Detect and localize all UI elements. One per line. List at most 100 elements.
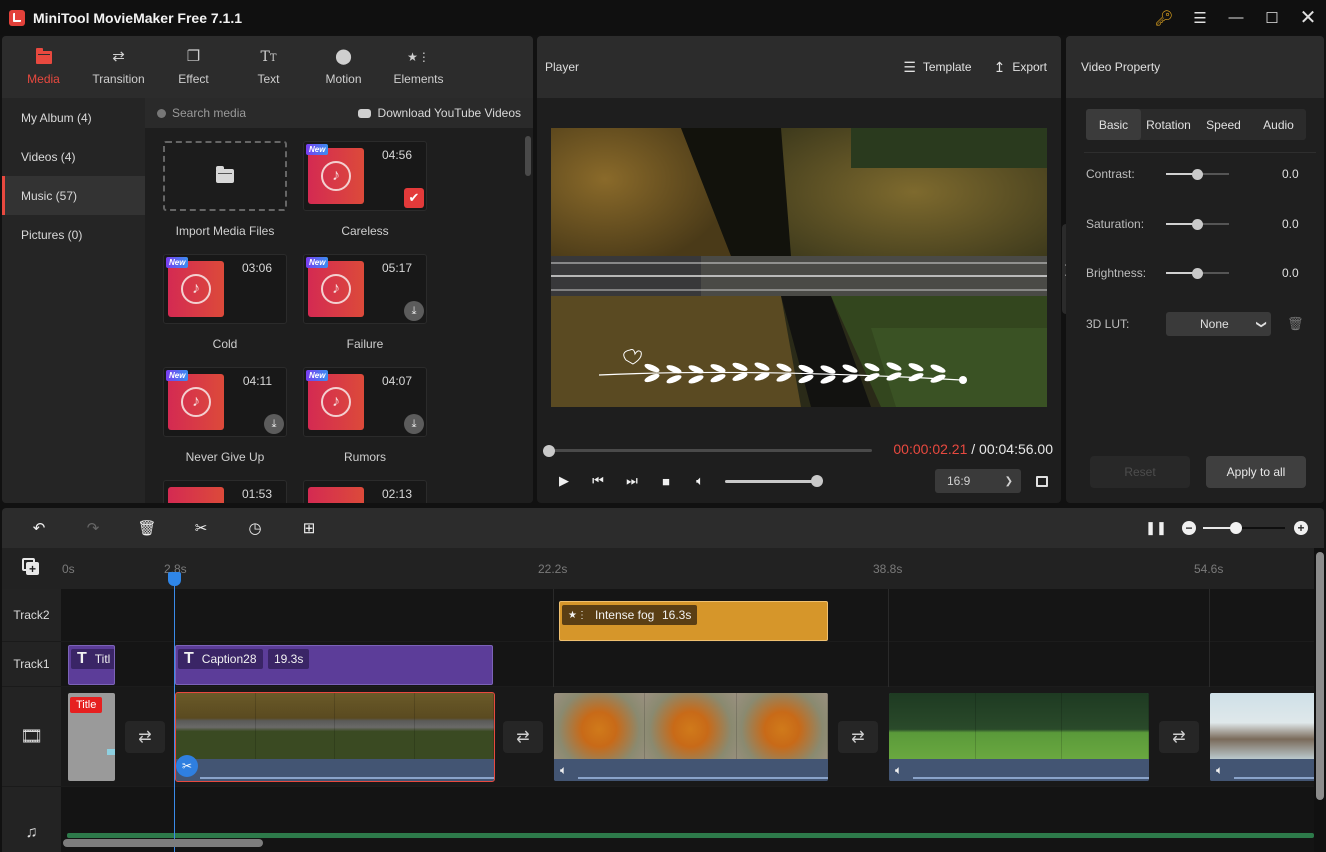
music-thumbnail[interactable]: 02:13 (303, 480, 427, 503)
video-clip-aerial-road[interactable]: ✂ (175, 692, 495, 782)
playback-progress-slider[interactable] (543, 444, 872, 457)
music-thumbnail[interactable]: ♪ New 05:17 ⤓ (303, 254, 427, 324)
film-strip-icon: 🎞︎ (20, 726, 43, 746)
template-label: Template (922, 60, 972, 74)
timeline-vertical-scrollbar[interactable] (1316, 552, 1324, 800)
category-my-album[interactable]: My Album (4) (2, 98, 145, 137)
undo-icon[interactable]: ↶ (28, 518, 50, 538)
media-scrollbar[interactable] (525, 136, 531, 176)
tab-effect[interactable]: ❐ Effect (156, 36, 231, 98)
added-check-icon[interactable]: ✔ (404, 188, 424, 208)
volume-knob[interactable] (811, 475, 823, 487)
slider-knob[interactable] (1191, 168, 1203, 180)
brightness-slider[interactable] (1166, 267, 1229, 279)
text-clip-title[interactable]: T Titl (68, 645, 115, 685)
progress-knob[interactable] (543, 444, 556, 457)
clip-audio-strip: 🔈︎ (1210, 759, 1314, 781)
transition-slot-button[interactable]: ⇄ (503, 721, 543, 753)
crop-icon[interactable]: ⊞ (298, 518, 320, 538)
tab-rotation[interactable]: Rotation (1141, 109, 1196, 140)
tab-motion[interactable]: ⬤ Motion (306, 36, 381, 98)
download-youtube-link[interactable]: Download YouTube Videos (357, 106, 521, 120)
maximize-icon[interactable]: ☐ (1254, 0, 1290, 35)
reset-button[interactable]: Reset (1090, 456, 1190, 488)
clip-name: Intense fog (594, 608, 655, 622)
category-videos[interactable]: Videos (4) (2, 137, 145, 176)
timeline-ruler[interactable]: + 0s 2.8s 22.2s 38.8s 54.6s (2, 548, 1314, 589)
music-duration: 03:06 (241, 261, 272, 275)
music-note-icon: ♪ (181, 274, 211, 304)
redo-icon[interactable]: ↷ (82, 518, 104, 538)
download-icon[interactable]: ⤓ (404, 414, 424, 434)
aspect-ratio-select[interactable]: 16:9 ❯ (935, 469, 1021, 493)
ruler-tick-label: 22.2s (538, 562, 568, 576)
music-name: Cold (212, 337, 238, 351)
timeline-horizontal-scrollbar[interactable] (63, 839, 263, 847)
category-music[interactable]: Music (57) (2, 176, 145, 215)
export-button[interactable]: ↥ Export (994, 59, 1047, 76)
template-button[interactable]: ☰ Template (903, 59, 971, 76)
tab-media[interactable]: Media (6, 36, 81, 98)
add-track-button[interactable]: + (22, 558, 40, 576)
next-frame-button[interactable]: ⏭ (615, 470, 649, 492)
contrast-slider[interactable] (1166, 168, 1229, 180)
menu-icon[interactable]: ☰ (1182, 0, 1218, 35)
video-clip-title[interactable]: Title (68, 693, 115, 781)
music-thumbnail[interactable]: ♪ New 04:07 ⤓ (303, 367, 427, 437)
text-t-icon: T (184, 650, 194, 667)
download-icon[interactable]: ⤓ (264, 414, 284, 434)
playhead-handle[interactable] (168, 572, 181, 586)
fit-timeline-icon[interactable]: ❚❚ (1145, 518, 1167, 538)
video-clip-autumn-leaves[interactable]: 🔈︎ (554, 693, 828, 781)
music-thumbnail[interactable]: ♪ New 04:56 ✔ (303, 141, 427, 211)
apply-to-all-button[interactable]: Apply to all (1206, 456, 1306, 488)
music-thumbnail[interactable]: ♪ New 04:11 ⤓ (163, 367, 287, 437)
tab-audio[interactable]: Audio (1251, 109, 1306, 140)
tab-elements[interactable]: ★⋮ Elements (381, 36, 456, 98)
trash-icon[interactable]: 🗑︎ (1287, 316, 1304, 332)
minimize-icon[interactable]: — (1218, 0, 1254, 35)
music-track-clip[interactable] (67, 833, 1314, 838)
volume-icon[interactable]: 🔈︎ (683, 470, 717, 492)
folder-icon (35, 47, 52, 65)
delete-icon[interactable]: 🗑︎ (136, 518, 158, 538)
category-pictures[interactable]: Pictures (0) (2, 215, 145, 254)
saturation-slider[interactable] (1166, 218, 1229, 230)
previous-frame-button[interactable]: ⏮ (581, 470, 615, 492)
music-thumbnail[interactable]: ♪ New 03:06 (163, 254, 287, 324)
fullscreen-button[interactable] (1031, 470, 1053, 492)
slider-knob[interactable] (1191, 218, 1203, 230)
tab-text[interactable]: TT Text (231, 36, 306, 98)
play-button[interactable]: ▶ (547, 470, 581, 492)
tab-label: Media (27, 71, 60, 86)
transition-slot-button[interactable]: ⇄ (125, 721, 165, 753)
slider-knob[interactable] (1191, 267, 1203, 279)
stop-button[interactable]: ■ (649, 470, 683, 492)
zoom-knob[interactable] (1229, 522, 1242, 534)
split-scissors-icon[interactable]: ✂ (190, 518, 212, 538)
video-preview[interactable] (551, 128, 1047, 407)
download-icon[interactable]: ⤓ (404, 301, 424, 321)
timeline-zoom-slider[interactable] (1203, 522, 1285, 534)
transition-slot-button[interactable]: ⇄ (838, 721, 878, 753)
import-media-button[interactable] (163, 141, 287, 211)
close-icon[interactable]: ✕ (1290, 0, 1326, 35)
effect-clip-intense-fog[interactable]: ★⋮ Intense fog 16.3s (559, 601, 828, 641)
split-marker-icon[interactable]: ✂ (176, 755, 198, 777)
video-clip-office-cartoon[interactable]: 🔈︎ (1210, 693, 1314, 781)
tab-transition[interactable]: ⇄ Transition (81, 36, 156, 98)
search-media-input[interactable]: Search media (157, 106, 246, 120)
volume-slider[interactable] (725, 475, 823, 487)
tab-basic[interactable]: Basic (1086, 109, 1141, 140)
video-clip-cows-meadow[interactable]: 🔈︎ (889, 693, 1149, 781)
lut-select[interactable]: None ❯ (1166, 312, 1271, 336)
transition-slot-button[interactable]: ⇄ (1159, 721, 1199, 753)
zoom-in-icon[interactable]: + (1294, 521, 1308, 535)
speed-gauge-icon[interactable]: ◷ (244, 518, 266, 538)
key-icon[interactable]: 🔑︎ (1146, 0, 1182, 35)
music-art: ♪ (308, 261, 364, 317)
text-clip-caption28[interactable]: T Caption28 19.3s (175, 645, 493, 685)
zoom-out-icon[interactable]: − (1182, 521, 1196, 535)
music-thumbnail[interactable]: 01:53 (163, 480, 287, 503)
tab-speed[interactable]: Speed (1196, 109, 1251, 140)
